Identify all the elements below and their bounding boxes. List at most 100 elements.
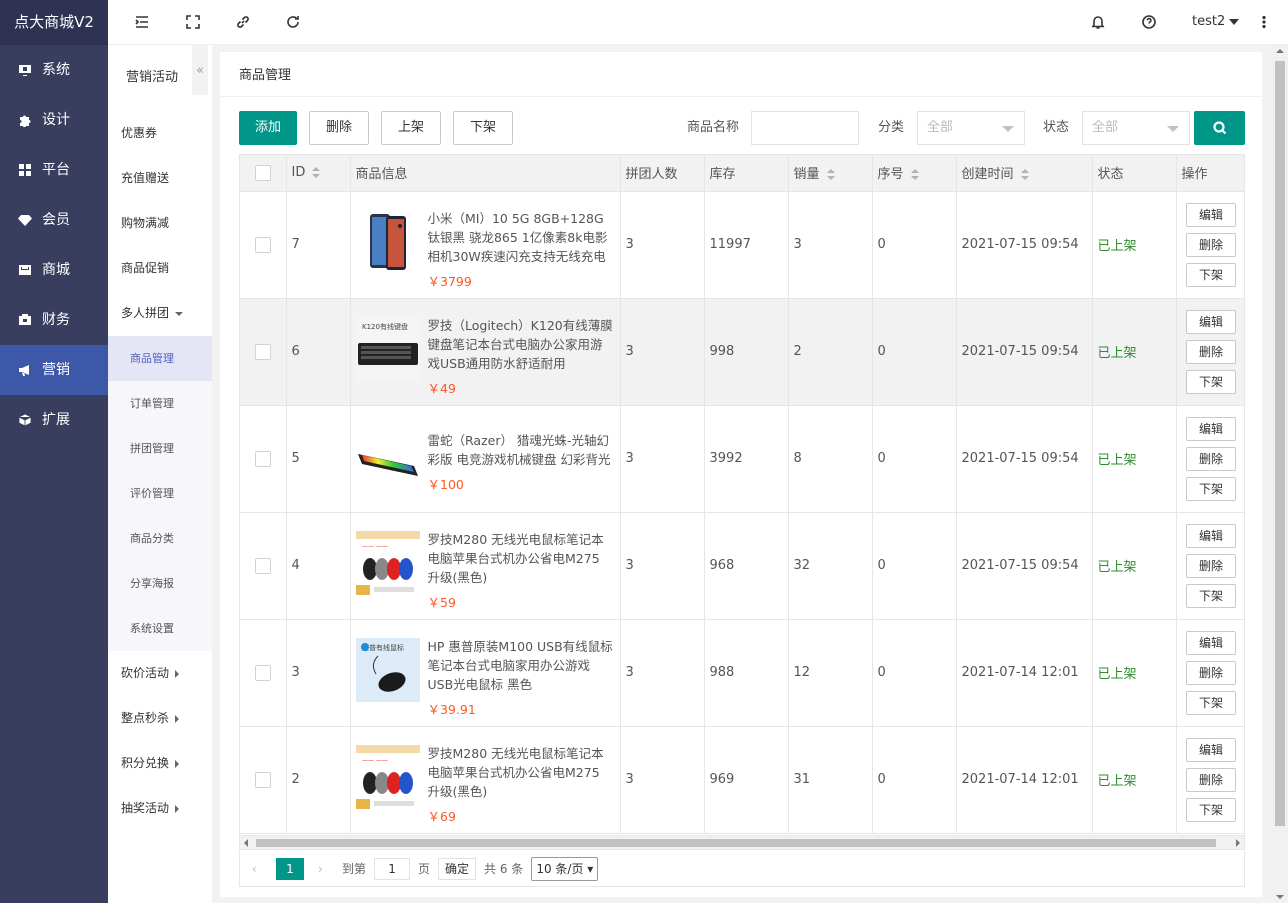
delete-button[interactable]: 删除 [309,111,369,145]
scrollbar-thumb[interactable] [1275,61,1285,826]
row-off-shelf-button[interactable]: 下架 [1186,690,1236,715]
sort-icon[interactable] [826,168,835,181]
scroll-left-icon[interactable] [244,839,248,847]
main-nav: 点大商城V2 系统 设计 平台 会员 商城 财务 营销 扩展 [0,0,108,903]
vertical-scrollbar[interactable] [1272,45,1288,903]
row-checkbox[interactable] [255,664,271,681]
row-delete-button[interactable]: 删除 [1186,446,1236,471]
page-input[interactable]: 1 [374,857,411,880]
sort-icon[interactable] [1020,168,1029,181]
subnav-child-item[interactable]: 订单管理 [108,381,212,426]
cell-group: 3 [620,512,705,620]
mainnav-item-label: 设计 [42,112,70,128]
row-off-shelf-button[interactable]: 下架 [1186,369,1236,394]
bell-icon[interactable] [1090,14,1106,30]
current-page[interactable]: 1 [276,857,304,880]
mainnav-item-7[interactable]: 扩展 [0,395,108,445]
header-id[interactable]: ID [286,155,351,192]
row-off-shelf-button[interactable]: 下架 [1186,476,1236,501]
status-select[interactable]: 全部 [1082,111,1190,145]
user-menu[interactable]: test2 [1192,14,1240,29]
scroll-up-icon[interactable] [1276,49,1284,53]
menu-toggle-icon[interactable] [134,14,150,30]
row-delete-button[interactable]: 删除 [1186,767,1236,792]
subnav-child-item[interactable]: 分享海报 [108,561,212,606]
chevron-down-icon [1002,126,1014,132]
next-page-icon[interactable]: › [318,862,328,876]
per-page-select[interactable]: 10 条/页 ▾ [531,856,599,881]
fullscreen-icon[interactable] [185,14,201,30]
on-shelf-button[interactable]: 上架 [381,111,441,145]
subnav-item[interactable]: 抽奖活动 [108,786,212,831]
pagination: ‹ 1 › 到第 1 页 确定 共 6 条 10 条/页 ▾ [239,851,1245,887]
edit-button[interactable]: 编辑 [1186,630,1236,655]
off-shelf-button[interactable]: 下架 [453,111,513,145]
edit-button[interactable]: 编辑 [1186,309,1236,334]
subnav-item[interactable]: 商品促销 [108,246,212,291]
goods-price: ￥39.91 [427,701,476,717]
subnav-child-item[interactable]: 系统设置 [108,606,212,651]
grid-icon [18,163,32,177]
mainnav-item-3[interactable]: 会员 [0,195,108,245]
sort-icon[interactable] [312,166,321,179]
subnav-item[interactable]: 充值赠送 [108,156,212,201]
header-time[interactable]: 创建时间 [956,155,1093,192]
goods-name-input[interactable] [751,111,859,145]
subnav-item[interactable]: 购物满减 [108,201,212,246]
horizontal-scrollbar[interactable] [239,836,1245,850]
goods-thumbnail: —— —— [355,744,420,809]
row-checkbox[interactable] [255,557,271,574]
header-sales[interactable]: 销量 [788,155,873,192]
refresh-icon[interactable] [285,14,301,30]
row-off-shelf-button[interactable]: 下架 [1186,797,1236,822]
subnav-group-header[interactable]: 多人拼团 [108,291,212,336]
confirm-button[interactable]: 确定 [438,857,477,880]
goods-name: 罗技M280 无线光电鼠标笔记本电脑苹果台式机办公省电M275 升级(黑色) [427,531,604,585]
prev-page-icon[interactable]: ‹ [252,862,262,876]
subnav-child-item[interactable]: 商品管理 [108,336,212,381]
more-vertical-icon[interactable] [1256,14,1272,30]
add-button[interactable]: 添加 [239,111,297,145]
collapse-icon[interactable]: « [192,45,208,95]
subnav-child-item[interactable]: 拼团管理 [108,426,212,471]
mainnav-item-4[interactable]: 商城 [0,245,108,295]
row-delete-button[interactable]: 删除 [1186,660,1236,685]
mainnav-item-label: 商城 [42,262,70,278]
row-off-shelf-button[interactable]: 下架 [1186,262,1236,287]
subnav-item[interactable]: 优惠券 [108,111,212,156]
select-all-checkbox[interactable] [255,164,271,181]
row-checkbox[interactable] [255,450,271,467]
scroll-right-icon[interactable] [1236,839,1240,847]
mainnav-item-5[interactable]: 财务 [0,295,108,345]
header-order[interactable]: 序号 [872,155,957,192]
search-button[interactable] [1194,111,1245,145]
cell-group: 3 [620,405,705,513]
sort-icon[interactable] [910,168,919,181]
row-delete-button[interactable]: 删除 [1186,553,1236,578]
cell-order: 0 [872,726,957,834]
mainnav-item-2[interactable]: 平台 [0,145,108,195]
mainnav-item-1[interactable]: 设计 [0,95,108,145]
edit-button[interactable]: 编辑 [1186,416,1236,441]
category-select[interactable]: 全部 [917,111,1025,145]
subnav-item[interactable]: 整点秒杀 [108,696,212,741]
mainnav-item-6[interactable]: 营销 [0,345,108,395]
link-icon[interactable] [235,14,251,30]
edit-button[interactable]: 编辑 [1186,202,1236,227]
row-checkbox[interactable] [255,343,271,360]
scroll-down-icon[interactable] [1276,895,1284,899]
edit-button[interactable]: 编辑 [1186,523,1236,548]
help-icon[interactable] [1141,14,1157,30]
subnav-item[interactable]: 砍价活动 [108,651,212,696]
mainnav-item-0[interactable]: 系统 [0,45,108,95]
subnav-item[interactable]: 积分兑换 [108,741,212,786]
row-delete-button[interactable]: 删除 [1186,339,1236,364]
scrollbar-thumb[interactable] [256,839,1216,847]
row-checkbox[interactable] [255,771,271,788]
edit-button[interactable]: 编辑 [1186,737,1236,762]
row-delete-button[interactable]: 删除 [1186,232,1236,257]
row-checkbox[interactable] [255,236,271,253]
row-off-shelf-button[interactable]: 下架 [1186,583,1236,608]
subnav-child-item[interactable]: 评价管理 [108,471,212,516]
subnav-child-item[interactable]: 商品分类 [108,516,212,561]
